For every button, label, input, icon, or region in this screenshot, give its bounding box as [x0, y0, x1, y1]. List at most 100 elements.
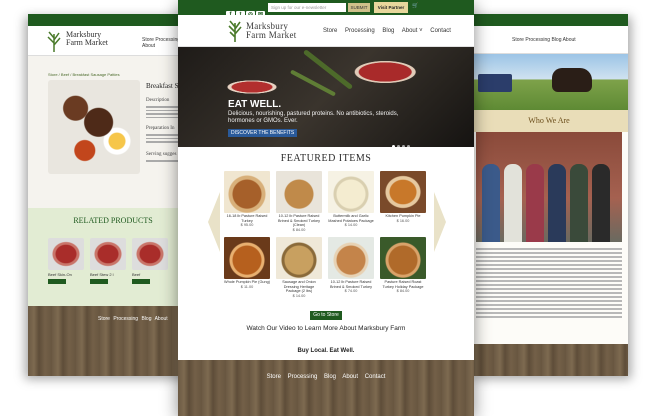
- related-image: [48, 238, 84, 270]
- related-card[interactable]: Beef Stew 2 l: [90, 238, 126, 284]
- carousel-next-arrow[interactable]: [434, 192, 446, 252]
- product-image: [328, 237, 374, 279]
- left-footer-nav[interactable]: Store Processing Blog About: [98, 316, 168, 322]
- product-image: [380, 237, 426, 279]
- related-card[interactable]: Beef Skin-On: [48, 238, 84, 284]
- featured-title: FEATURED ITEMS: [280, 153, 372, 164]
- related-products: RELATED PRODUCTS Beef Skin-On Beef Stew …: [28, 208, 198, 306]
- nav-contact[interactable]: Contact: [430, 28, 451, 34]
- team-photo: [476, 132, 622, 242]
- hero-text: Delicious, nourishing, pastured proteins…: [228, 111, 399, 124]
- breadcrumb[interactable]: Store / Beef / Breakfast Sausage Patties: [48, 72, 120, 77]
- add-to-cart-button[interactable]: [132, 279, 150, 284]
- footer-link-store[interactable]: Store: [267, 374, 281, 380]
- serving-heading: Serving sugges: [146, 152, 177, 157]
- carousel-prev-arrow[interactable]: [208, 192, 220, 252]
- product-image: [380, 171, 426, 213]
- product-name: Buttermilk and Garlic Mashed Potatoes Pa…: [328, 214, 374, 223]
- about-text: [476, 248, 622, 320]
- left-footer: Store Processing Blog About: [28, 306, 198, 376]
- product-price: $ 16.00: [396, 218, 410, 223]
- product-image: [48, 80, 140, 174]
- product-name: Kitchen Pumpkin Pie: [385, 214, 421, 218]
- product-image: [224, 171, 270, 213]
- footer-link-processing[interactable]: Processing: [288, 374, 318, 380]
- related-title: RELATED PRODUCTS: [73, 216, 153, 225]
- team-member: [548, 164, 566, 242]
- product-card[interactable]: 16-18 lb Pasture Raised Turkey $ 95.00: [224, 171, 270, 227]
- product-name: 10-12 lb Pasture Raised Brined & Smoked …: [330, 280, 372, 289]
- product-name: 10-12 lb Pasture Raised Brined & Smoked …: [278, 214, 320, 227]
- product-title: Breakfast S: [146, 82, 179, 90]
- discover-benefits-button[interactable]: DISCOVER THE BENEFITS: [228, 129, 298, 137]
- team-member: [504, 164, 522, 242]
- cow-image: [552, 68, 592, 92]
- hero-title: EAT WELL.: [228, 99, 282, 110]
- main-nav: Store Processing Blog About ˅ Contact: [323, 28, 457, 34]
- product-name: Sausage and Onion Dressing Heritage Pack…: [282, 280, 316, 293]
- home-page-mockup: ft◎✉ Sign up for our e-newsletter SUBMIT…: [178, 0, 474, 416]
- product-price: $ 14.00: [292, 293, 306, 298]
- hero-banner: EAT WELL. Delicious, nourishing, pasture…: [178, 47, 474, 148]
- product-card[interactable]: Pasture Raised Roast Turkey Holiday Pack…: [380, 237, 426, 293]
- preparation-heading: Preparation In: [146, 126, 175, 131]
- visit-partner-button[interactable]: Visit Partner Site: [374, 2, 408, 21]
- footer-link-contact[interactable]: Contact: [365, 374, 386, 380]
- newsletter-input[interactable]: Sign up for our e-newsletter: [268, 3, 346, 12]
- related-image: [132, 238, 168, 270]
- product-price: $ 14.00: [344, 223, 358, 227]
- footer-link-blog[interactable]: Blog: [324, 374, 336, 380]
- site-footer: Store Processing Blog About Contact: [178, 360, 474, 416]
- nav-blog[interactable]: Blog: [382, 28, 394, 34]
- nav-store[interactable]: Store: [323, 28, 337, 34]
- newsletter-submit-button[interactable]: SUBMIT: [348, 3, 370, 12]
- site-header: Marksbury Farm Market Store Processing B…: [178, 15, 474, 47]
- product-image: [224, 237, 270, 279]
- video-cta: Watch Our Video to Learn More About Mark…: [178, 322, 474, 338]
- utility-bar: ft◎✉ Sign up for our e-newsletter SUBMIT…: [178, 0, 474, 21]
- video-link[interactable]: Watch Our Video to Learn More About Mark…: [228, 325, 424, 332]
- nav-processing[interactable]: Processing: [345, 28, 375, 34]
- product-card[interactable]: 10-12 lb Pasture Raised Brined & Smoked …: [328, 237, 374, 293]
- related-name: Beef Stew 2 l: [90, 272, 114, 277]
- product-price: $ 84.00: [292, 227, 306, 232]
- wheat-logo-icon: [47, 31, 61, 52]
- description-heading: Description: [146, 98, 170, 103]
- add-to-cart-button[interactable]: [48, 279, 66, 284]
- product-card[interactable]: 10-12 lb Pasture Raised Brined & Smoked …: [276, 171, 322, 232]
- right-footer: [470, 344, 628, 376]
- go-to-store-button[interactable]: Go to Store: [310, 311, 342, 320]
- related-name: Beef Skin-On: [48, 272, 72, 277]
- related-card[interactable]: Beef: [132, 238, 168, 284]
- product-price: $ 84.00: [396, 289, 410, 293]
- brand-line2: Farm Market: [246, 30, 297, 40]
- brand-logo[interactable]: Marksbury Farm Market: [246, 22, 297, 40]
- truck-image: [478, 74, 512, 92]
- right-nav[interactable]: Store Processing Blog About: [512, 37, 576, 43]
- team-member: [482, 164, 500, 242]
- wheat-logo-icon[interactable]: [226, 20, 244, 42]
- product-card[interactable]: Whole Pumpkin Pie (Gung) $ 11.00: [224, 237, 270, 289]
- product-card[interactable]: Sausage and Onion Dressing Heritage Pack…: [276, 237, 322, 298]
- product-price: $ 74.00: [344, 289, 358, 293]
- featured-items: FEATURED ITEMS 16-18 lb Pasture Raised T…: [178, 147, 474, 322]
- who-we-are-title: Who We Are: [470, 110, 628, 132]
- farm-hero-image: [470, 54, 628, 110]
- add-to-cart-button[interactable]: [90, 279, 108, 284]
- product-name: 16-18 lb Pasture Raised Turkey: [226, 214, 268, 223]
- left-brand: Marksbury Farm Market: [66, 31, 108, 47]
- product-price: $ 95.00: [240, 223, 254, 227]
- product-card[interactable]: Kitchen Pumpkin Pie $ 16.00: [380, 171, 426, 223]
- right-top-bar: [470, 14, 628, 26]
- product-name: Pasture Raised Roast Turkey Holiday Pack…: [382, 280, 424, 289]
- mockup-stage: Marksbury Farm Market Store Processing B…: [0, 0, 652, 416]
- cart-icon[interactable]: 🛒: [412, 3, 418, 9]
- left-header: Marksbury Farm Market Store Processing B…: [28, 26, 198, 56]
- product-name: Whole Pumpkin Pie (Gung): [224, 280, 271, 284]
- nav-about[interactable]: About ˅: [402, 28, 423, 34]
- left-top-bar: [28, 14, 198, 26]
- product-card[interactable]: Buttermilk and Garlic Mashed Potatoes Pa…: [328, 171, 374, 227]
- product-page-mockup: Marksbury Farm Market Store Processing B…: [28, 14, 198, 376]
- related-image: [90, 238, 126, 270]
- footer-link-about[interactable]: About: [342, 374, 358, 380]
